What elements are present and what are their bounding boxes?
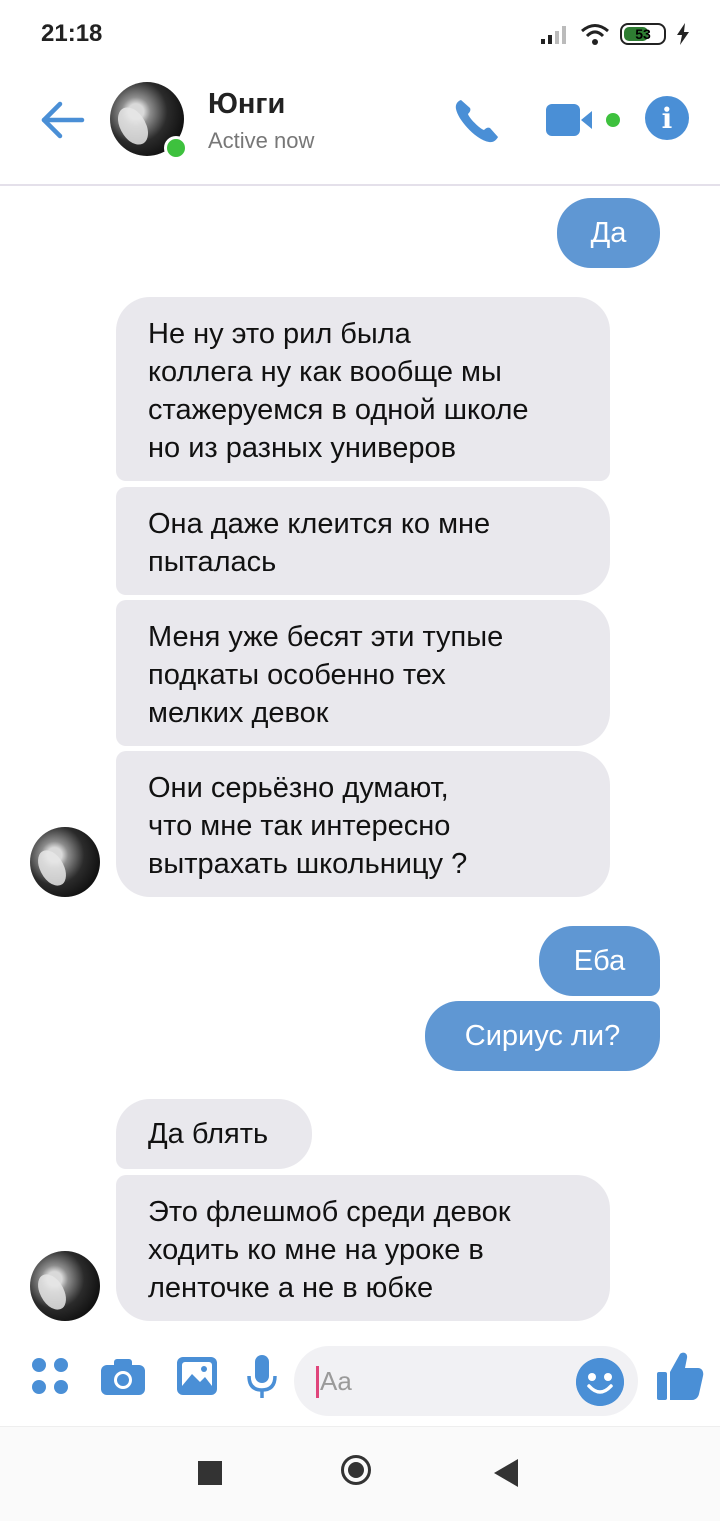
signal-icon [541,26,566,44]
phone-icon[interactable] [452,96,502,146]
online-indicator [164,136,188,160]
message-line: что мне так интересно [148,810,451,842]
message-line: подкаты особенно тех [148,659,446,691]
gallery-icon[interactable] [176,1356,218,1396]
recents-button[interactable] [198,1461,222,1485]
message-line: стажеруемся в одной школе [148,394,529,426]
home-button[interactable] [341,1455,371,1485]
message-line: Она даже клеится ко мне [148,508,491,540]
message-bubble-incoming[interactable]: Да блять [116,1099,312,1169]
back-button[interactable] [494,1459,518,1487]
message-bubble-outgoing[interactable]: Еба [539,926,660,996]
message-line: пыталась [148,546,277,578]
sender-avatar[interactable] [30,1251,100,1321]
video-call-icon[interactable] [544,100,624,140]
composer: Aa [0,1336,720,1426]
battery-level: 53 [635,26,651,42]
message-line: мелких девок [148,697,329,729]
apps-menu-icon[interactable] [30,1356,70,1396]
back-arrow-icon[interactable] [38,98,88,142]
message-line: но из разных универов [148,432,456,464]
system-nav-bar [0,1426,720,1521]
battery-icon: 53 [620,23,666,45]
message-line: Не ну это рил была [148,318,411,350]
message-bubble-incoming[interactable]: Она даже клеится ко мне пыталась [116,487,610,595]
message-line: коллега ну как вообще мы [148,356,502,388]
text-cursor [316,1366,319,1398]
message-line: ходить ко мне на уроке в [148,1234,484,1266]
emoji-icon[interactable] [576,1358,624,1406]
message-line: вытрахать школьницу ? [148,848,468,880]
message-line: Это флешмоб среди девок [148,1196,511,1228]
message-line: Да блять [148,1118,269,1150]
camera-icon[interactable] [100,1358,146,1396]
wifi-icon [581,24,609,45]
charging-icon [677,23,689,45]
message-input[interactable]: Aa [294,1346,638,1416]
status-icons: 53 [540,22,690,46]
message-bubble-outgoing[interactable]: Да [557,198,660,268]
chat-header: Юнги Active now i [0,70,720,186]
info-icon[interactable]: i [645,96,689,140]
message-input-placeholder: Aa [320,1366,352,1396]
microphone-icon[interactable] [246,1354,278,1400]
message-bubble-incoming[interactable]: Они серьёзно думают, что мне так интерес… [116,751,610,897]
message-line: Они серьёзно думают, [148,772,449,804]
message-bubble-incoming[interactable]: Не ну это рил была коллега ну как вообще… [116,297,610,481]
message-bubble-outgoing[interactable]: Сириус ли? [425,1001,660,1071]
message-bubble-incoming[interactable]: Это флешмоб среди девок ходить ко мне на… [116,1175,610,1321]
sender-avatar[interactable] [30,827,100,897]
message-line: Меня уже бесят эти тупые [148,621,504,653]
contact-avatar[interactable] [110,82,188,160]
status-bar: 21:18 53 [0,0,720,70]
message-line: ленточке а не в юбке [148,1272,434,1304]
status-time: 21:18 [41,20,103,47]
contact-name[interactable]: Юнги [208,88,285,121]
message-bubble-incoming[interactable]: Меня уже бесят эти тупые подкаты особенн… [116,600,610,746]
contact-status: Active now [208,128,315,153]
like-icon[interactable] [656,1350,704,1402]
